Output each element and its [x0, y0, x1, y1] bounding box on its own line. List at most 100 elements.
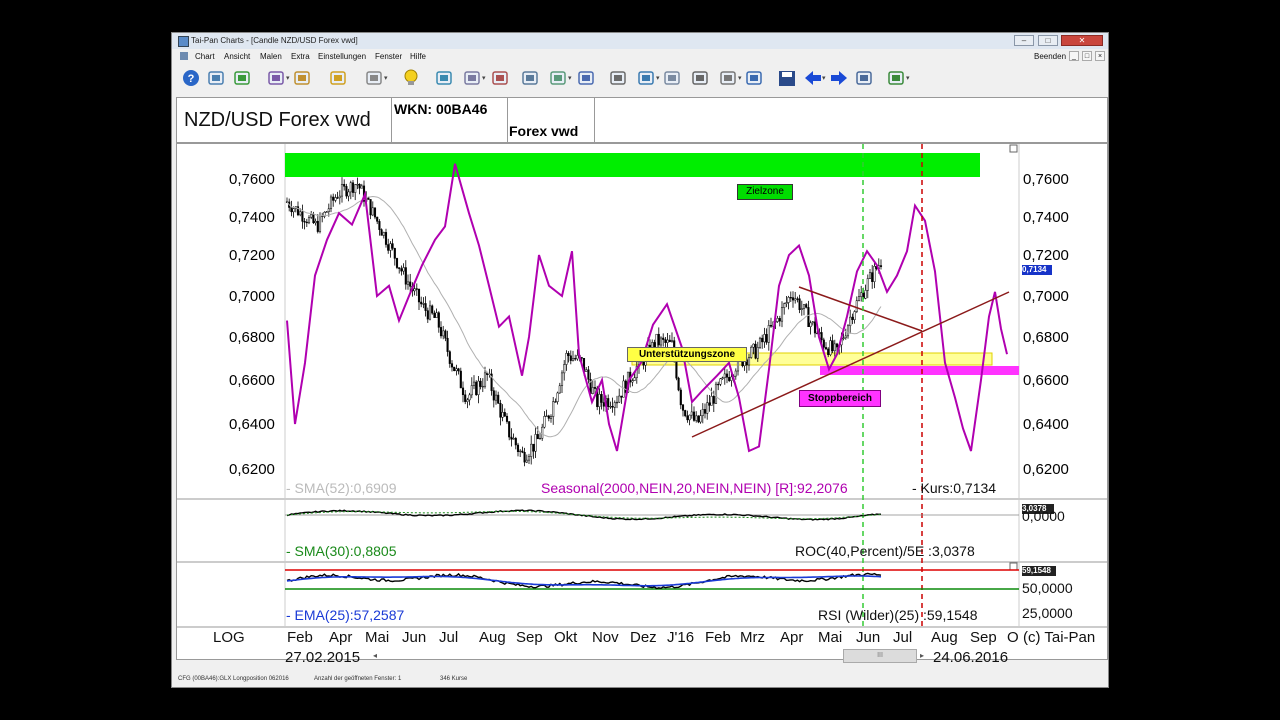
candle-body	[547, 415, 550, 419]
candle-body	[327, 208, 330, 213]
y-tick-label: 0,6800	[1023, 329, 1069, 346]
candle-body	[761, 337, 764, 343]
calculator-icon[interactable]	[690, 68, 712, 88]
y-tick-label: 0,7400	[229, 209, 275, 226]
y-tick-label: 0,7200	[1023, 247, 1069, 264]
menu-chart[interactable]: Chart	[195, 52, 215, 61]
candle-body	[829, 340, 832, 356]
candle-body	[860, 292, 863, 297]
arrow-right-icon[interactable]	[828, 68, 850, 88]
menu-hilfe[interactable]: Hilfe	[410, 52, 426, 61]
candle-body	[708, 402, 711, 406]
target-zone-label[interactable]: Zielzone	[737, 184, 793, 200]
support-zone-label[interactable]: Unterstützungszone	[627, 347, 747, 362]
candle-body	[527, 456, 531, 461]
calculator2-icon[interactable]: ▾	[718, 68, 742, 88]
dropdown-arrow-icon[interactable]: ▾	[738, 74, 742, 82]
window-icon[interactable]	[576, 68, 598, 88]
network-icon[interactable]: ▾	[462, 68, 486, 88]
save-icon[interactable]	[776, 68, 798, 88]
brush-icon[interactable]: ▾	[364, 68, 388, 88]
candle-body	[692, 411, 696, 421]
close-button[interactable]: ✕	[1061, 35, 1103, 46]
y-tick-label: 0,7000	[229, 288, 275, 305]
candle-body	[552, 401, 555, 417]
candle-body	[574, 358, 577, 360]
candle-body	[560, 372, 564, 387]
stop-zone-label[interactable]: Stoppbereich	[799, 390, 881, 407]
folder-icon[interactable]	[328, 68, 350, 88]
candle-body	[805, 304, 808, 308]
target-zone[interactable]	[285, 153, 980, 177]
candle-body	[747, 357, 751, 366]
dropdown-arrow-icon[interactable]: ▾	[656, 74, 660, 82]
open-chart-icon[interactable]	[206, 68, 228, 88]
layers-icon[interactable]: ▾	[636, 68, 660, 88]
menu-fenster[interactable]: Fenster	[375, 52, 402, 61]
table-icon[interactable]: ▾	[548, 68, 572, 88]
menu-ansicht[interactable]: Ansicht	[224, 52, 250, 61]
book-icon[interactable]	[232, 68, 254, 88]
maximize-button[interactable]: □	[1038, 35, 1058, 46]
instrument-cell: NZD/USD Forex vwd	[177, 98, 392, 142]
wkn-label: WKN: 00BA46	[394, 101, 488, 117]
toolbar: ? ▾ ▾ ▾ ▾ ▾ ▾ ▾ ▾	[172, 64, 1108, 94]
chart-settings-icon[interactable]: ▾	[266, 68, 290, 88]
candle-body	[299, 211, 302, 216]
candle-body	[613, 402, 616, 408]
draw-icon[interactable]	[292, 68, 314, 88]
candle-body	[783, 303, 786, 308]
exit-icon[interactable]: ▾	[886, 68, 910, 88]
candle-body	[371, 207, 374, 216]
scroll-left-icon[interactable]: ◂	[373, 651, 377, 660]
dropdown-arrow-icon[interactable]: ▾	[384, 74, 388, 82]
instrument-name: NZD/USD Forex vwd	[184, 109, 371, 131]
chart-svg[interactable]: 0,7600 0,7400 0,7200 0,7000 0,6800 0,6600 0,64…	[177, 144, 1107, 659]
stop-zone[interactable]	[820, 366, 1019, 375]
candle-body	[677, 377, 680, 391]
menu-extra[interactable]: Extra	[291, 52, 310, 61]
panel-close-icon[interactable]	[1009, 144, 1018, 153]
help-icon[interactable]: ?	[180, 68, 202, 88]
dropdown-arrow-icon[interactable]: ▾	[822, 74, 826, 82]
indicator-icon[interactable]	[434, 68, 456, 88]
mdi-restore-button[interactable]: □	[1082, 51, 1092, 61]
candle-body	[360, 185, 363, 189]
database-icon[interactable]	[662, 68, 684, 88]
minimize-button[interactable]: –	[1014, 35, 1034, 46]
print-icon[interactable]	[608, 68, 630, 88]
panel-close-icon[interactable]	[1009, 562, 1018, 571]
beenden-link[interactable]: Beenden	[1034, 52, 1066, 61]
y-tick-label: 0,7400	[1023, 209, 1069, 226]
candle-body	[464, 394, 467, 402]
candle-body	[516, 444, 520, 452]
chart-area[interactable]: 0,7600 0,7400 0,7200 0,7000 0,6800 0,6600 0,64…	[176, 143, 1108, 666]
candle-body	[765, 334, 768, 343]
mdi-minimize-button[interactable]: _	[1069, 51, 1079, 61]
dropdown-arrow-icon[interactable]: ▾	[906, 74, 910, 82]
monitor-icon[interactable]	[744, 68, 766, 88]
tools-icon[interactable]	[520, 68, 542, 88]
dropdown-arrow-icon[interactable]: ▾	[568, 74, 572, 82]
menu-malen[interactable]: Malen	[260, 52, 282, 61]
horizontal-scrollbar-thumb[interactable]: III	[843, 649, 917, 663]
candle-body	[763, 334, 766, 343]
dropdown-arrow-icon[interactable]: ▾	[482, 74, 486, 82]
candle-body	[798, 298, 801, 310]
lightbulb-icon[interactable]	[400, 68, 422, 88]
menu-einstellungen[interactable]: Einstellungen	[318, 52, 366, 61]
candle-body	[776, 318, 779, 322]
scale-mode-label[interactable]: LOG	[213, 629, 245, 646]
mdi-close-button[interactable]: ×	[1095, 51, 1105, 61]
candle-body	[686, 415, 689, 421]
arrow-left-icon[interactable]: ▾	[802, 68, 826, 88]
candle-body	[404, 267, 407, 285]
scissors-icon[interactable]	[490, 68, 512, 88]
candle-body	[631, 380, 634, 383]
candle-body	[609, 406, 612, 408]
candle-body	[415, 288, 418, 290]
export-icon[interactable]	[854, 68, 876, 88]
scroll-right-icon[interactable]: ▸	[920, 651, 924, 660]
candle-body	[668, 339, 671, 343]
dropdown-arrow-icon[interactable]: ▾	[286, 74, 290, 82]
